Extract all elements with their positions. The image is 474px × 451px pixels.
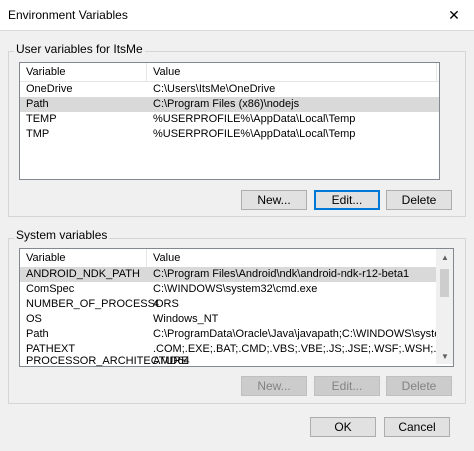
user-list-header: Variable Value	[20, 63, 439, 82]
scroll-up-arrow-icon[interactable]: ▲	[437, 249, 453, 265]
column-header-variable[interactable]: Variable	[26, 66, 66, 78]
column-header-variable[interactable]: Variable	[26, 252, 66, 264]
system-variables-list[interactable]: Variable Value ANDROID_NDK_PATH C:\Progr…	[19, 248, 454, 367]
system-edit-button[interactable]: Edit...	[314, 376, 380, 396]
table-row-selected[interactable]: ANDROID_NDK_PATH C:\Program Files\Androi…	[20, 267, 437, 282]
user-edit-button[interactable]: Edit...	[314, 190, 380, 210]
table-row[interactable]: Path C:\ProgramData\Oracle\Java\javapath…	[20, 327, 453, 342]
cancel-button[interactable]: Cancel	[384, 417, 450, 437]
table-row-selected[interactable]: Path C:\Program Files (x86)\nodejs	[20, 97, 439, 112]
ok-button[interactable]: OK	[310, 417, 376, 437]
user-delete-button[interactable]: Delete	[386, 190, 452, 210]
window-title: Environment Variables	[8, 8, 128, 22]
scroll-down-arrow-icon[interactable]: ▼	[437, 348, 453, 364]
user-variables-list[interactable]: Variable Value OneDrive C:\Users\ItsMe\O…	[19, 62, 440, 180]
column-header-value[interactable]: Value	[153, 252, 180, 264]
table-row[interactable]: ComSpec C:\WINDOWS\system32\cmd.exe	[20, 282, 437, 297]
user-variables-label: User variables for ItsMe	[14, 42, 145, 56]
table-row[interactable]: OneDrive C:\Users\ItsMe\OneDrive	[20, 82, 439, 97]
scrollbar-thumb[interactable]	[440, 269, 449, 297]
table-row[interactable]: OS Windows_NT	[20, 312, 437, 327]
table-row[interactable]: NUMBER_OF_PROCESSORS 4	[20, 297, 437, 312]
table-row[interactable]: PROCESSOR_ARCHITECTURE AMD64	[20, 354, 437, 366]
column-header-value[interactable]: Value	[153, 66, 180, 78]
vertical-scrollbar[interactable]: ▲ ▼	[436, 249, 453, 364]
system-variables-label: System variables	[14, 228, 110, 242]
system-list-header: Variable Value	[20, 249, 453, 268]
title-bar: Environment Variables ✕	[0, 0, 474, 31]
table-row[interactable]: TMP %USERPROFILE%\AppData\Local\Temp	[20, 127, 439, 142]
table-row[interactable]: TEMP %USERPROFILE%\AppData\Local\Temp	[20, 112, 439, 127]
close-icon[interactable]: ✕	[434, 0, 474, 30]
system-new-button[interactable]: New...	[241, 376, 307, 396]
user-new-button[interactable]: New...	[241, 190, 307, 210]
system-delete-button[interactable]: Delete	[386, 376, 452, 396]
